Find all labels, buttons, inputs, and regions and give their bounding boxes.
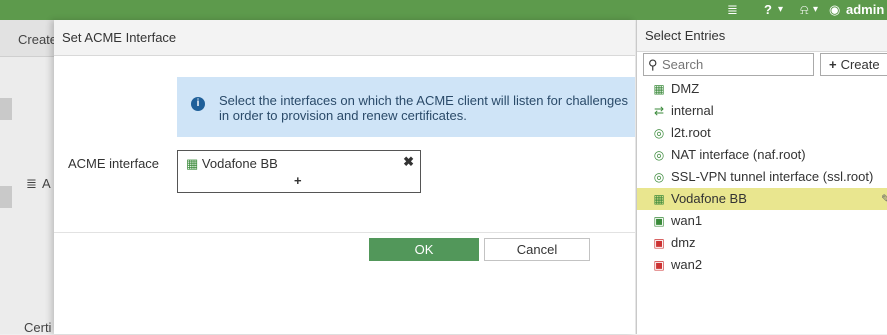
bell-icon[interactable]: ⍾ [800, 0, 809, 20]
list-item-label: wan2 [671, 257, 703, 272]
plus-icon: + [829, 57, 837, 72]
list-item[interactable]: ▦ DMZ [637, 78, 887, 100]
tunnel-icon: ◎ [653, 170, 665, 184]
panel-title: Select Entries [637, 20, 887, 52]
dialog-title: Set ACME Interface [54, 20, 635, 56]
info-message: Select the interfaces on which the ACME … [219, 93, 628, 123]
list-item-label: SSL-VPN tunnel interface (ssl.root) [671, 169, 874, 184]
search-icon: ⚲ [648, 57, 658, 72]
info-banner: i Select the interfaces on which the ACM… [177, 77, 635, 137]
set-acme-interface-dialog: Set ACME Interface i Select the interfac… [54, 20, 635, 334]
search-input[interactable] [662, 56, 810, 73]
selected-interface-chip: ▦ Vodafone BB [186, 156, 278, 172]
cancel-button[interactable]: Cancel [484, 238, 590, 261]
list-item[interactable]: ▣ dmz [637, 232, 887, 254]
user-avatar-icon[interactable]: ◉ [829, 0, 840, 20]
list-item[interactable]: ▣ wan1 [637, 210, 887, 232]
chevron-down-icon[interactable]: ▾ [778, 0, 783, 20]
background-cert-text: Certi [24, 320, 52, 335]
switch-icon: ⇄ [653, 104, 665, 118]
list-item[interactable]: ◎ l2t.root [637, 122, 887, 144]
list-item[interactable]: ◎ SSL-VPN tunnel interface (ssl.root) [637, 166, 887, 188]
list-item-label: wan1 [671, 213, 703, 228]
acme-interface-field[interactable]: ▦ Vodafone BB ✖ + [177, 150, 421, 193]
background-create-text: Create [18, 32, 58, 47]
footer-divider [54, 232, 635, 233]
background-row-text: A [42, 176, 51, 191]
list-item-selected[interactable]: ▦ Vodafone BB ✎ [637, 188, 887, 210]
list-item-label: l2t.root [671, 125, 711, 140]
info-icon: i [191, 97, 205, 111]
list-item[interactable]: ▣ wan2 [637, 254, 887, 276]
list-item-label: internal [671, 103, 714, 118]
acme-interface-label: ACME interface [68, 156, 160, 171]
port-down-icon: ▣ [653, 236, 665, 250]
list-item-label: NAT interface (naf.root) [671, 147, 806, 162]
console-icon[interactable]: ≣ [727, 0, 738, 20]
search-box[interactable]: ⚲ [643, 53, 814, 76]
remove-icon[interactable]: ✖ [403, 154, 414, 170]
tunnel-icon: ◎ [653, 126, 665, 140]
ok-button[interactable]: OK [369, 238, 479, 261]
zone-icon: ▦ [653, 192, 665, 206]
list-item-label: Vodafone BB [671, 191, 747, 206]
list-item-label: DMZ [671, 81, 700, 96]
create-label: Create [840, 57, 880, 72]
port-up-icon: ▣ [653, 214, 665, 228]
help-icon[interactable]: ? [764, 0, 772, 20]
list-item[interactable]: ◎ NAT interface (naf.root) [637, 144, 887, 166]
selected-interface-label: Vodafone BB [201, 156, 278, 171]
chevron-down-icon[interactable]: ▾ [813, 0, 818, 20]
background-row-marker [0, 186, 12, 208]
top-bar: ≣ ? ▾ ⍾ ▾ ◉ admin [0, 0, 887, 20]
create-button[interactable]: + Create [820, 53, 887, 76]
zone-icon: ▦ [653, 82, 665, 96]
edit-icon[interactable]: ✎ [881, 188, 887, 210]
zone-icon: ▦ [186, 156, 199, 171]
list-item[interactable]: ⇄ internal [637, 100, 887, 122]
select-entries-panel: Select Entries ⚲ +Create ▦ DMZ ⇄ interna… [636, 20, 887, 334]
tunnel-icon: ◎ [653, 148, 665, 162]
background-row-icon: ≣ [26, 176, 37, 191]
user-menu-label[interactable]: admin [846, 0, 884, 20]
port-down-icon: ▣ [653, 258, 665, 272]
list-item-label: dmz [671, 235, 696, 250]
add-interface-button[interactable]: + [294, 173, 302, 188]
background-row-marker [0, 98, 12, 120]
